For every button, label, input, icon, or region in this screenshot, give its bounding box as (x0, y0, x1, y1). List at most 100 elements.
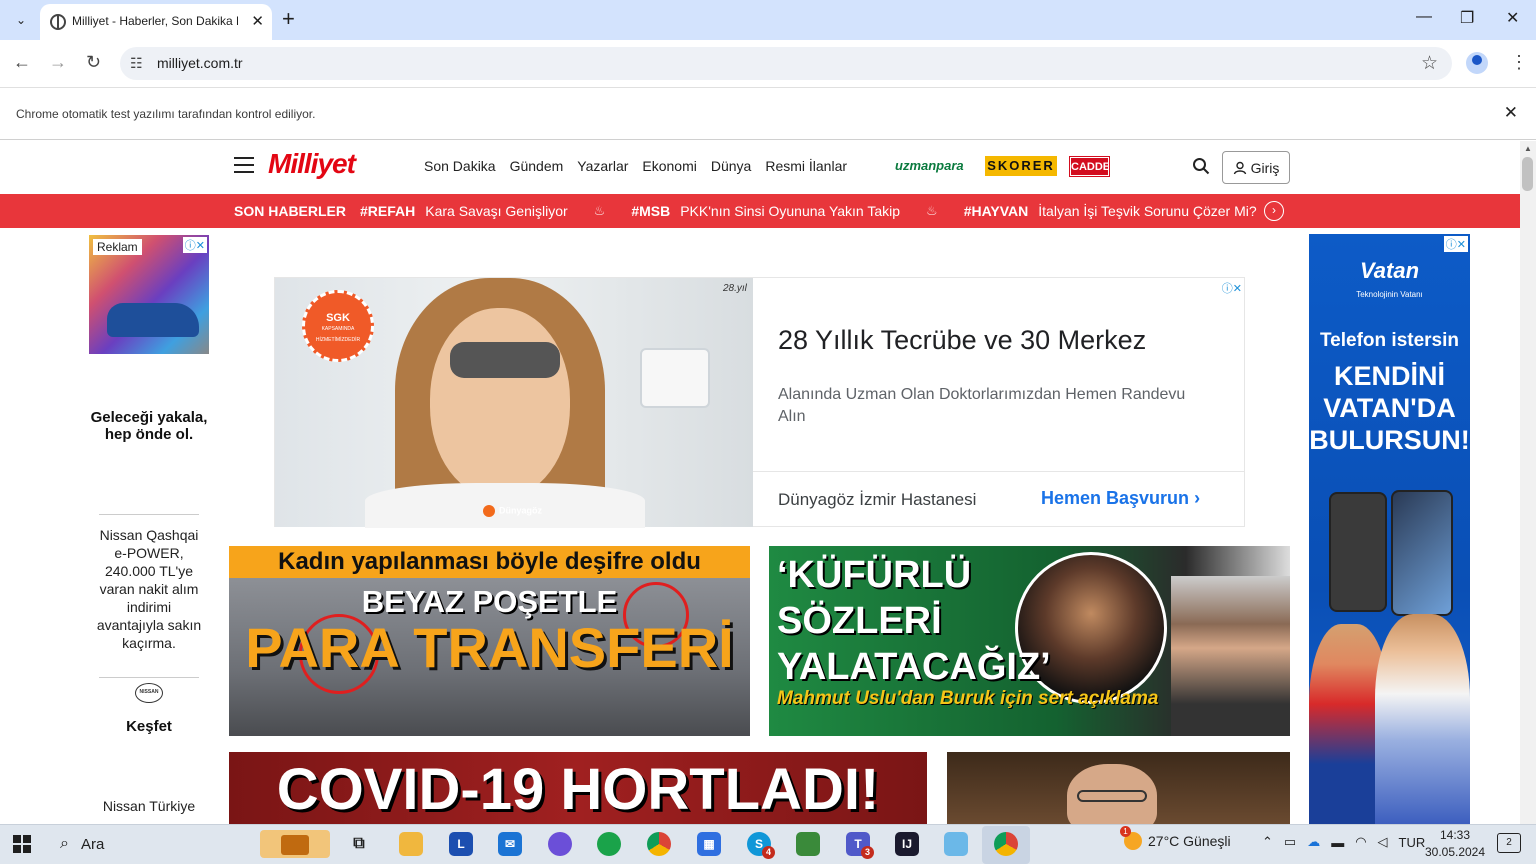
adchoices-icon[interactable]: ⓘ✕ (1222, 280, 1242, 296)
restore-icon[interactable]: ❐ (1460, 8, 1474, 28)
system-clock[interactable]: 14:33 30.05.2024 (1420, 827, 1490, 861)
left-sidebar-ad[interactable]: Reklam ⓘ✕ Geleceği yakala, hep önde ol. … (89, 235, 209, 825)
url-text[interactable]: milliyet.com.tr (157, 55, 243, 71)
nav-item-son-dakika[interactable]: Son Dakika (424, 158, 496, 174)
nav-item-ekonomi[interactable]: Ekonomi (642, 158, 696, 174)
flame-icon: ♨ (593, 203, 606, 218)
ad-cta-link[interactable]: Keşfet (89, 718, 209, 735)
mail-icon[interactable]: ✉ (498, 832, 522, 856)
reload-icon[interactable]: ↻ (86, 52, 101, 73)
battery-icon[interactable]: ▬ (1331, 835, 1344, 850)
news-portrait-glasses (1077, 790, 1147, 802)
address-bar[interactable]: ☷ milliyet.com.tr ☆ (120, 47, 1452, 80)
search-icon[interactable] (1192, 157, 1210, 175)
news-card[interactable]: Kadın yapılanması böyle deşifre oldu BEY… (229, 546, 750, 736)
copilot-icon[interactable] (548, 832, 572, 856)
scrollbar-thumb[interactable] (1522, 157, 1533, 191)
ticker-headline[interactable]: İtalyan İşi Teşvik Sorunu Çözer Mi? (1038, 203, 1256, 219)
ticker-headline[interactable]: Kara Savaşı Genişliyor (425, 203, 567, 219)
weather-widget[interactable]: 1 27°C Güneşli (1120, 826, 1231, 850)
ticker-tag[interactable]: #HAYVAN (964, 203, 1029, 219)
nav-item-dunya[interactable]: Dünya (711, 158, 751, 174)
tab-title: Milliyet - Haberler, Son Dakika Haberler (72, 14, 238, 28)
l-app-icon[interactable]: L (449, 832, 473, 856)
store-icon[interactable]: ▦ (697, 832, 721, 856)
nav-item-resmi-ilanlar[interactable]: Resmi İlanlar (765, 158, 847, 174)
center-banner-ad[interactable]: SGK KAPSAMINDA HİZMETİMİZDEDİR 28.yıl Dün… (274, 277, 1245, 528)
divider (99, 514, 199, 515)
file-explorer-icon[interactable] (399, 832, 423, 856)
cadde-logo[interactable]: CADDE (1069, 156, 1110, 177)
ad-photo[interactable]: SGK KAPSAMINDA HİZMETİMİZDEDİR 28.yıl Dün… (275, 278, 753, 528)
edge-icon[interactable] (597, 832, 621, 856)
nav-item-yazarlar[interactable]: Yazarlar (577, 158, 628, 174)
adchoices-icon[interactable]: ⓘ✕ (182, 237, 207, 253)
ad-description: Alanında Uzman Olan Doktorlarımızdan Hem… (778, 386, 1186, 425)
active-chrome-taskbar-item[interactable] (982, 826, 1030, 864)
tab-search-chevron-icon[interactable]: ⌄ (8, 8, 34, 32)
news-headline: Kadın yapılanması böyle deşifre oldu (229, 546, 750, 578)
teams-icon[interactable]: T3 (846, 832, 874, 859)
news-card[interactable] (947, 752, 1290, 824)
chrome-icon[interactable] (647, 832, 671, 856)
infobar-close-icon[interactable]: ✕ (1504, 103, 1518, 123)
notification-center-icon[interactable]: 2 (1497, 833, 1521, 853)
site-info-icon[interactable]: ☷ (130, 55, 143, 72)
meet-now-icon[interactable]: ▭ (1284, 834, 1296, 850)
search-highlight-icon[interactable] (260, 830, 330, 858)
vatan-tagline: Teknolojinin Vatanı (1356, 290, 1423, 299)
right-sidebar-ad[interactable]: ⓘ✕ Vatan Teknolojinin Vatanı Telefon ist… (1309, 234, 1470, 824)
news-card[interactable]: COVID-19 HORTLADI! (229, 752, 927, 824)
forward-arrow-icon[interactable]: → (49, 52, 67, 73)
tab-close-icon[interactable]: ✕ (251, 12, 264, 30)
ticker-tag[interactable]: #MSB (631, 203, 670, 219)
minimize-icon[interactable]: — (1416, 8, 1432, 26)
window-close-icon[interactable]: ✕ (1506, 8, 1519, 28)
ad-headline[interactable]: 28 Yıllık Tecrübe ve 30 Merkez (778, 325, 1146, 356)
login-button[interactable]: Giriş (1222, 151, 1290, 184)
hamburger-menu-icon[interactable] (234, 157, 254, 173)
divider (753, 471, 1245, 472)
browser-tab[interactable]: Milliyet - Haberler, Son Dakika Haberler… (40, 4, 272, 40)
news-main-title: COVID-19 HORTLADI! (276, 757, 880, 822)
notepad-plus-icon[interactable] (796, 832, 820, 856)
chevron-up-icon[interactable]: ⌃ (1262, 834, 1273, 850)
ticker-tag[interactable]: #REFAH (360, 203, 415, 219)
news-card[interactable]: ‘KÜFÜRLÜ SÖZLERİ YALATACAĞIZ’ Mahmut Usl… (769, 546, 1290, 736)
notes-icon[interactable] (944, 832, 968, 856)
more-menu-icon[interactable]: ⋮ (1510, 52, 1528, 73)
nav-item-gundem[interactable]: Gündem (510, 158, 564, 174)
model-image (1375, 614, 1470, 824)
photo-brand: Dünyagöz (483, 505, 542, 517)
user-icon (1233, 161, 1246, 174)
taskbar-search[interactable]: ⌕ Ara (48, 827, 334, 861)
skorer-logo[interactable]: SKORER (985, 156, 1057, 176)
news-main-title: PARA TRANSFERİ (245, 616, 734, 679)
task-view-icon[interactable]: ⧉ (347, 832, 371, 856)
windows-start-icon[interactable] (13, 835, 31, 853)
ad-slogan: Geleceği yakala, hep önde ol. (90, 409, 208, 443)
profile-avatar-icon[interactable] (1466, 52, 1488, 74)
milliyet-logo[interactable]: Milliyet (268, 148, 356, 180)
ad-advertiser: Dünyagöz İzmir Hastanesi (778, 490, 977, 509)
volume-icon[interactable]: ◁ (1378, 834, 1388, 850)
wifi-icon[interactable]: ◠ (1355, 834, 1366, 850)
years-badge: 28.yıl (723, 283, 747, 294)
ad-cta-button[interactable]: Hemen Başvurun › (1041, 488, 1200, 509)
adchoices-icon[interactable]: ⓘ✕ (1443, 236, 1468, 252)
skype-badge: 4 (762, 846, 775, 859)
bookmark-star-icon[interactable]: ☆ (1421, 52, 1438, 75)
skype-icon[interactable]: S4 (747, 832, 775, 859)
uzmanpara-logo[interactable]: uzmanpara (895, 158, 964, 173)
photo-trial-frame (450, 342, 560, 378)
photo-machine (640, 348, 710, 408)
page-scrollbar[interactable]: ▲ (1520, 141, 1536, 824)
onedrive-cloud-icon[interactable]: ☁ (1307, 834, 1320, 850)
new-tab-plus-icon[interactable]: + (282, 6, 295, 32)
scroll-up-arrow-icon[interactable]: ▲ (1524, 144, 1532, 153)
intellij-icon[interactable]: IJ (895, 832, 919, 856)
back-arrow-icon[interactable]: ← (13, 52, 31, 73)
ticker-next-arrow-icon[interactable]: › (1264, 201, 1284, 221)
globe-icon (50, 14, 66, 30)
ticker-headline[interactable]: PKK'nın Sinsi Oyununa Yakın Takip (680, 203, 900, 219)
